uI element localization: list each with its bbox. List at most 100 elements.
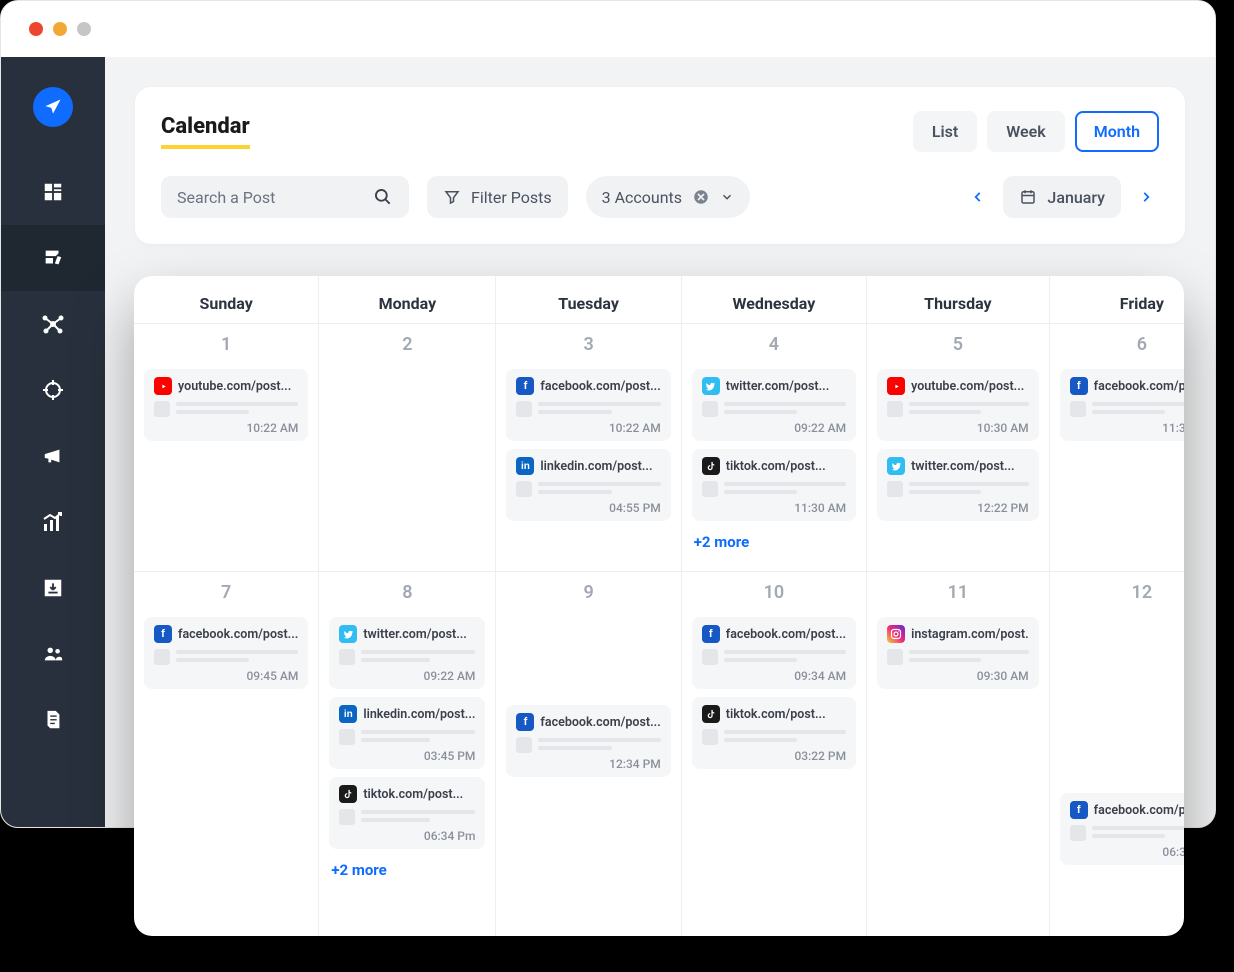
day-cell[interactable]: 3 f facebook.com/post... 10:22 AM in lin… — [496, 323, 680, 571]
post-card[interactable]: twitter.com/post... 12:22 PM — [877, 449, 1039, 521]
post-time: 09:45 AM — [154, 669, 298, 683]
day-cell[interactable]: 1 youtube.com/post... 10:22 AM — [134, 323, 318, 571]
post-card[interactable]: tiktok.com/post... 03:22 PM — [692, 697, 856, 769]
view-toggle: List Week Month — [913, 111, 1159, 152]
post-preview — [516, 737, 660, 753]
window-close-dot[interactable] — [29, 22, 43, 36]
day-column: Friday6 f facebook.com/post... 11:30 AM … — [1050, 276, 1184, 936]
post-url: youtube.com/post... — [911, 379, 1024, 394]
post-card[interactable]: tiktok.com/post... 06:34 Pm — [329, 777, 485, 849]
date-number: 12 — [1060, 582, 1184, 603]
post-card[interactable]: twitter.com/post... 09:22 AM — [692, 369, 856, 441]
chevron-down-icon — [720, 190, 734, 204]
post-time: 06:34 Pm — [339, 829, 475, 843]
post-time: 09:22 AM — [702, 421, 846, 435]
day-cell[interactable]: 4 twitter.com/post... 09:22 AM tiktok.co… — [682, 323, 866, 571]
more-posts-link[interactable]: +2 more — [329, 857, 485, 883]
post-card[interactable]: f facebook.com/post... 09:45 AM — [144, 617, 308, 689]
next-month-button[interactable] — [1133, 184, 1159, 210]
day-cell[interactable]: 9 f facebook.com/post... 12:34 PM — [496, 571, 680, 871]
day-header: Friday — [1050, 276, 1184, 323]
day-header: Wednesday — [682, 276, 866, 323]
post-card[interactable]: youtube.com/post... 10:22 AM — [144, 369, 308, 441]
nav-campaigns[interactable] — [1, 423, 105, 489]
nav-analytics[interactable] — [1, 489, 105, 555]
post-card[interactable]: f facebook.com/post... 11:30 AM — [1060, 369, 1184, 441]
post-url: facebook.com/post... — [1094, 379, 1184, 394]
filter-label: Filter Posts — [471, 188, 552, 207]
day-cell[interactable]: 5 youtube.com/post... 10:30 AM twitter.c… — [867, 323, 1049, 571]
search-input[interactable] — [177, 188, 357, 207]
post-url: linkedin.com/post... — [363, 707, 475, 722]
day-cell[interactable]: 7 f facebook.com/post... 09:45 AM — [134, 571, 318, 871]
post-time: 09:30 AM — [887, 669, 1029, 683]
post-time: 03:22 PM — [702, 749, 846, 763]
facebook-icon: f — [1070, 801, 1088, 819]
post-card[interactable]: instagram.com/post. 09:30 AM — [877, 617, 1039, 689]
post-card[interactable]: in linkedin.com/post... 03:45 PM — [329, 697, 485, 769]
megaphone-icon — [40, 443, 66, 469]
facebook-icon: f — [702, 625, 720, 643]
location-arrow-icon — [43, 97, 63, 117]
post-preview — [887, 649, 1029, 665]
view-week-button[interactable]: Week — [987, 111, 1064, 152]
chevron-left-icon — [971, 190, 985, 204]
accounts-button[interactable]: 3 Accounts — [586, 176, 750, 218]
post-time: 09:22 AM — [339, 669, 475, 683]
view-month-button[interactable]: Month — [1075, 111, 1159, 152]
day-header: Tuesday — [496, 276, 680, 323]
post-card[interactable]: youtube.com/post... 10:30 AM — [877, 369, 1039, 441]
post-card[interactable]: f facebook.com/post... 09:34 AM — [692, 617, 856, 689]
post-card[interactable]: f facebook.com/post... 12:34 PM — [506, 705, 670, 777]
post-preview — [702, 401, 846, 417]
view-list-button[interactable]: List — [913, 111, 977, 152]
post-url: facebook.com/post... — [1094, 803, 1184, 818]
clear-icon[interactable] — [692, 188, 710, 206]
facebook-icon: f — [516, 713, 534, 731]
month-selector[interactable]: January — [1003, 176, 1121, 218]
window-maximize-dot[interactable] — [77, 22, 91, 36]
nav-downloads[interactable] — [1, 555, 105, 621]
post-time: 03:45 PM — [339, 749, 475, 763]
post-card[interactable]: f facebook.com/post... 10:22 AM — [506, 369, 670, 441]
day-cell[interactable]: 8 twitter.com/post... 09:22 AM in linked… — [319, 571, 495, 895]
post-time: 12:34 PM — [516, 757, 660, 771]
browser-chrome — [1, 1, 1215, 57]
day-cell[interactable]: 12 f facebook.com/post... 06:30 PM — [1050, 571, 1184, 877]
more-posts-link[interactable]: +2 more — [692, 529, 856, 555]
app-logo[interactable] — [33, 87, 73, 127]
search-box[interactable] — [161, 176, 409, 218]
post-url: instagram.com/post. — [911, 627, 1029, 642]
post-url: tiktok.com/post... — [726, 459, 826, 474]
prev-month-button[interactable] — [965, 184, 991, 210]
day-cell[interactable]: 10 f facebook.com/post... 09:34 AM tikto… — [682, 571, 866, 871]
linkedin-icon: in — [516, 457, 534, 475]
nav-team[interactable] — [1, 621, 105, 687]
nav-target[interactable] — [1, 357, 105, 423]
linkedin-icon: in — [339, 705, 357, 723]
filter-button[interactable]: Filter Posts — [427, 176, 568, 218]
post-url: twitter.com/post... — [911, 459, 1015, 474]
twitter-icon — [339, 625, 357, 643]
post-preview — [339, 649, 475, 665]
twitter-icon — [702, 377, 720, 395]
window-minimize-dot[interactable] — [53, 22, 67, 36]
post-time: 06:30 PM — [1070, 845, 1184, 859]
post-preview — [887, 481, 1029, 497]
page-title: Calendar — [161, 114, 250, 149]
post-card[interactable]: twitter.com/post... 09:22 AM — [329, 617, 485, 689]
post-preview — [154, 649, 298, 665]
nav-network[interactable] — [1, 291, 105, 357]
post-card[interactable]: f facebook.com/post... 06:30 PM — [1060, 793, 1184, 865]
post-preview — [702, 729, 846, 745]
day-cell[interactable]: 2 — [319, 323, 495, 571]
post-card[interactable]: in linkedin.com/post... 04:55 PM — [506, 449, 670, 521]
day-cell[interactable]: 6 f facebook.com/post... 11:30 AM — [1050, 323, 1184, 571]
day-cell[interactable]: 11 instagram.com/post. 09:30 AM — [867, 571, 1049, 871]
nav-posts[interactable] — [1, 225, 105, 291]
sidebar — [1, 57, 105, 827]
nav-dashboard[interactable] — [1, 159, 105, 225]
day-header: Monday — [319, 276, 495, 323]
post-card[interactable]: tiktok.com/post... 11:30 AM — [692, 449, 856, 521]
nav-reports[interactable] — [1, 687, 105, 753]
